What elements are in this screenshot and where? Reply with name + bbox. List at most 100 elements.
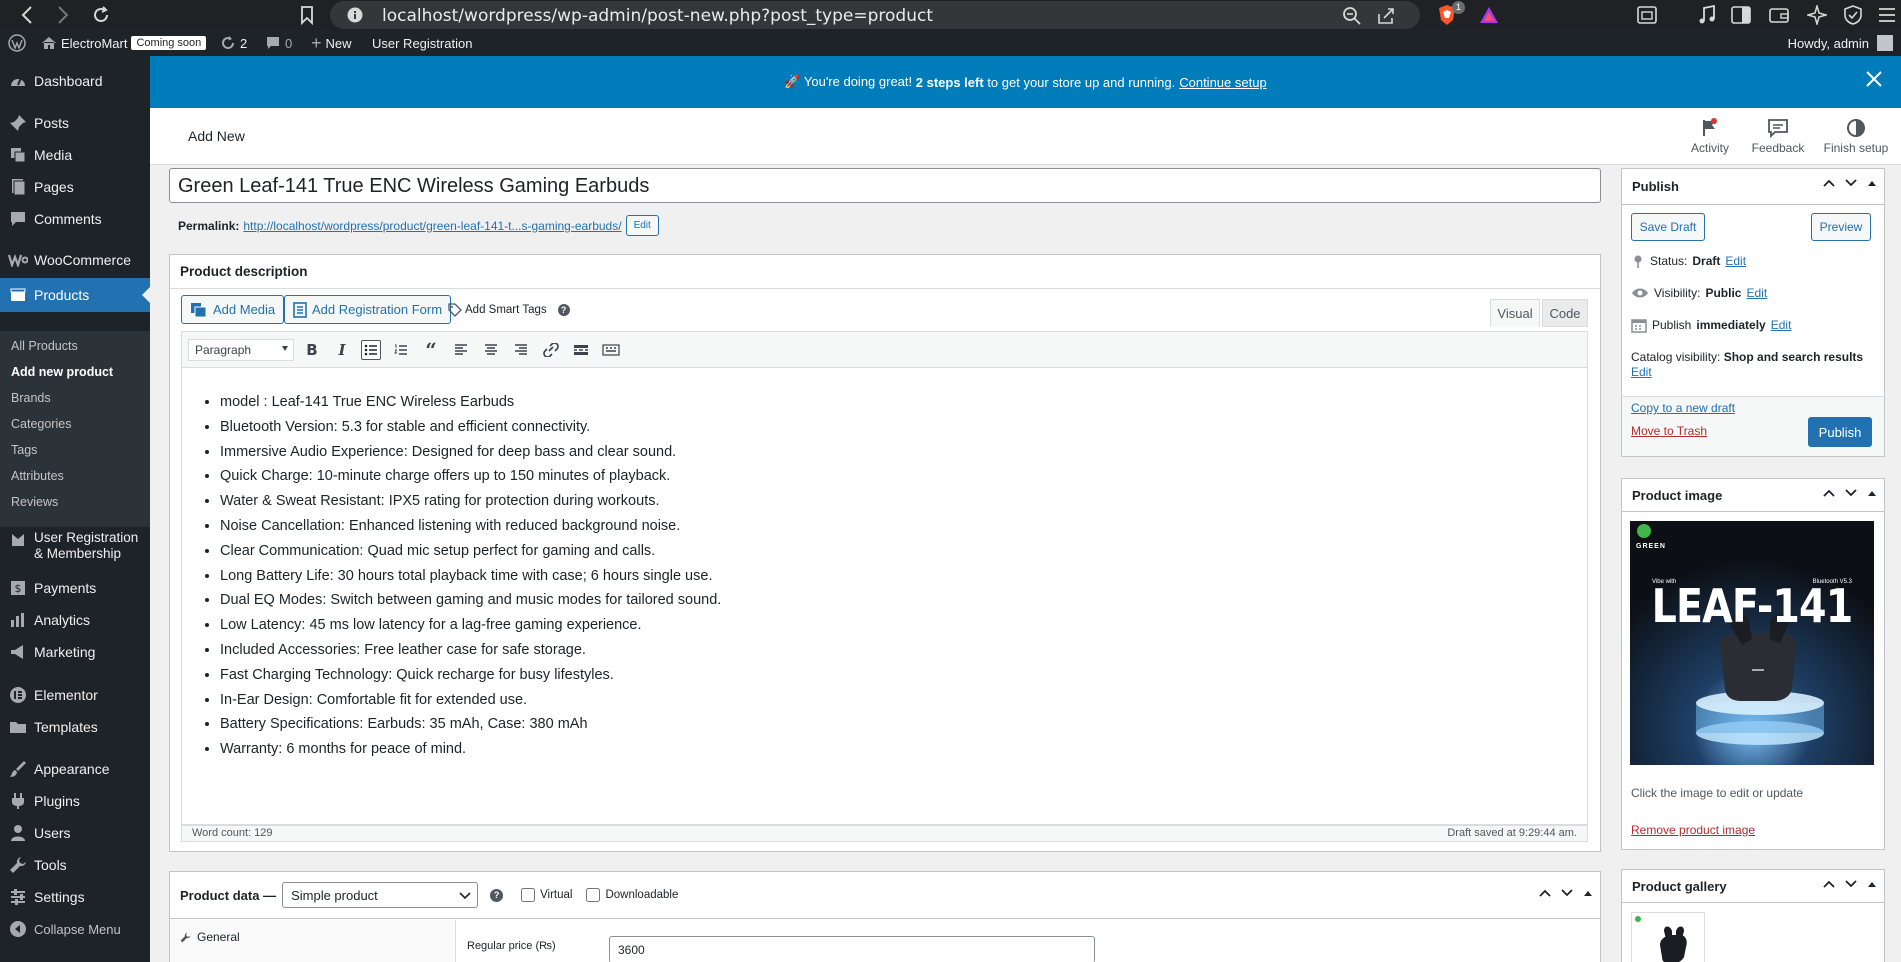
toggle-panel-icon[interactable] [1866, 878, 1878, 890]
move-to-trash-link[interactable]: Move to Trash [1631, 424, 1707, 438]
product-image[interactable]: GREEN Vibe with Bluetooth V5.3 LEAF-141 [1630, 521, 1874, 765]
visibility-edit-link[interactable]: Edit [1746, 286, 1767, 300]
sidebar-item-tools[interactable]: Tools [0, 848, 150, 882]
sidebar-item-collapse[interactable]: Collapse Menu [0, 912, 150, 946]
align-right-icon[interactable] [511, 340, 531, 360]
submenu-categories[interactable]: Categories [11, 417, 71, 431]
permalink-edit-button[interactable]: Edit [625, 215, 659, 236]
sidebar-item-posts[interactable]: Posts [0, 106, 150, 140]
music-icon[interactable] [1696, 4, 1718, 26]
wallet-icon[interactable] [1768, 4, 1790, 26]
sidebar-item-dashboard[interactable]: Dashboard [0, 64, 150, 98]
align-left-icon[interactable] [451, 340, 471, 360]
add-media-button[interactable]: Add Media [181, 295, 285, 324]
status-edit-link[interactable]: Edit [1725, 254, 1746, 268]
sidebar-item-products[interactable]: Products [0, 278, 150, 312]
share-icon[interactable] [1376, 6, 1396, 24]
close-icon[interactable] [1865, 70, 1887, 92]
permalink-url[interactable]: http://localhost/wordpress/product/green… [243, 219, 621, 233]
activity-button[interactable]: Activity [1674, 118, 1746, 155]
publish-date-edit-link[interactable]: Edit [1771, 318, 1792, 332]
sidebar-item-payments[interactable]: $ Payments [0, 571, 150, 605]
leo-ai-icon[interactable] [1806, 4, 1828, 26]
toggle-panel-icon[interactable] [1866, 487, 1878, 499]
sidebar-item-woocommerce[interactable]: WooCommerce [0, 243, 150, 277]
back-icon[interactable] [16, 4, 38, 26]
toggle-panel-icon[interactable] [1582, 887, 1594, 899]
forward-icon[interactable] [52, 4, 74, 26]
address-bar[interactable]: localhost/wordpress/wp-admin/post-new.ph… [330, 1, 1420, 29]
downloadable-checkbox[interactable] [586, 888, 601, 902]
move-up-icon[interactable] [1822, 177, 1836, 189]
move-down-icon[interactable] [1844, 177, 1858, 189]
sidebar-item-marketing[interactable]: Marketing [0, 635, 150, 669]
reader-icon[interactable] [1636, 4, 1658, 26]
link-icon[interactable] [541, 340, 561, 360]
help-icon[interactable]: ? [557, 304, 570, 316]
editor-content-area[interactable]: model : Leaf-141 True ENC Wireless Earbu… [181, 367, 1588, 825]
format-select[interactable]: Paragraph [188, 339, 294, 361]
regular-price-input[interactable]: 3600 [609, 936, 1095, 962]
submenu-all-products[interactable]: All Products [11, 339, 78, 353]
site-info-icon[interactable] [346, 6, 366, 24]
submenu-brands[interactable]: Brands [11, 391, 51, 405]
toggle-panel-icon[interactable] [1866, 177, 1878, 189]
move-down-icon[interactable] [1844, 878, 1858, 890]
submenu-add-new-product[interactable]: Add new product [11, 365, 113, 379]
tab-code[interactable]: Code [1542, 299, 1588, 327]
submenu-tags[interactable]: Tags [11, 443, 37, 457]
move-up-icon[interactable] [1822, 878, 1836, 890]
sidebar-item-comments[interactable]: Comments [0, 202, 150, 236]
sidebar-item-appearance[interactable]: Appearance [0, 752, 150, 786]
numbered-list-icon[interactable] [391, 340, 411, 360]
sidebar-item-templates[interactable]: Templates [0, 710, 150, 744]
preview-button[interactable]: Preview [1811, 213, 1871, 241]
sidebar-item-pages[interactable]: Pages [0, 170, 150, 204]
reload-icon[interactable] [90, 4, 112, 26]
add-smart-tags-button[interactable]: Add Smart Tags ? [448, 303, 570, 317]
copy-to-draft-link[interactable]: Copy to a new draft [1631, 401, 1735, 415]
vpn-icon[interactable] [1842, 4, 1864, 26]
save-draft-button[interactable]: Save Draft [1631, 213, 1705, 241]
my-account-link[interactable]: Howdy, admin [1788, 30, 1893, 56]
finish-setup-button[interactable]: Finish setup [1820, 118, 1892, 155]
post-title-input[interactable]: Green Leaf-141 True ENC Wireless Gaming … [169, 168, 1601, 203]
rewards-icon[interactable] [1478, 4, 1500, 26]
tab-visual[interactable]: Visual [1490, 299, 1540, 327]
submenu-reviews[interactable]: Reviews [11, 495, 58, 509]
sidebar-toggle-icon[interactable] [1730, 4, 1752, 26]
sidebar-item-settings[interactable]: Settings [0, 880, 150, 914]
tab-general[interactable]: General [180, 930, 240, 944]
sidebar-item-users[interactable]: Users [0, 816, 150, 850]
wordpress-logo-icon[interactable] [8, 30, 26, 56]
bullet-list-icon[interactable] [361, 340, 381, 360]
blockquote-icon[interactable]: “ [421, 338, 441, 362]
sidebar-item-plugins[interactable]: Plugins [0, 784, 150, 818]
downloadable-checkbox-row[interactable]: Downloadable [586, 888, 678, 902]
sidebar-item-user-registration[interactable]: User Registration & Membership [0, 524, 150, 566]
submenu-attributes[interactable]: Attributes [11, 469, 64, 483]
virtual-checkbox[interactable] [521, 888, 536, 902]
italic-icon[interactable]: I [332, 340, 352, 360]
sidebar-item-analytics[interactable]: Analytics [0, 603, 150, 637]
bold-icon[interactable]: B [302, 340, 322, 360]
sidebar-item-media[interactable]: Media [0, 138, 150, 172]
read-more-icon[interactable] [571, 340, 591, 360]
continue-setup-link[interactable]: Continue setup [1179, 75, 1266, 90]
gallery-thumbnail[interactable] [1631, 912, 1705, 962]
feedback-button[interactable]: Feedback [1742, 118, 1814, 155]
url-text[interactable]: localhost/wordpress/wp-admin/post-new.ph… [382, 6, 933, 26]
user-registration-link[interactable]: User Registration [372, 30, 472, 56]
sidebar-item-elementor[interactable]: Elementor [0, 678, 150, 712]
product-type-select[interactable]: Simple product [282, 882, 479, 908]
add-registration-form-button[interactable]: Add Registration Form [284, 295, 452, 324]
remove-product-image-link[interactable]: Remove product image [1631, 823, 1755, 837]
menu-icon[interactable] [1876, 4, 1898, 26]
move-up-icon[interactable] [1822, 487, 1836, 499]
toolbar-toggle-icon[interactable] [601, 340, 621, 360]
zoom-icon[interactable] [1342, 6, 1362, 25]
publish-button[interactable]: Publish [1808, 417, 1872, 447]
move-up-icon[interactable] [1538, 887, 1552, 899]
updates-link[interactable]: 2 [220, 30, 247, 56]
comments-link[interactable]: 0 [265, 30, 292, 56]
